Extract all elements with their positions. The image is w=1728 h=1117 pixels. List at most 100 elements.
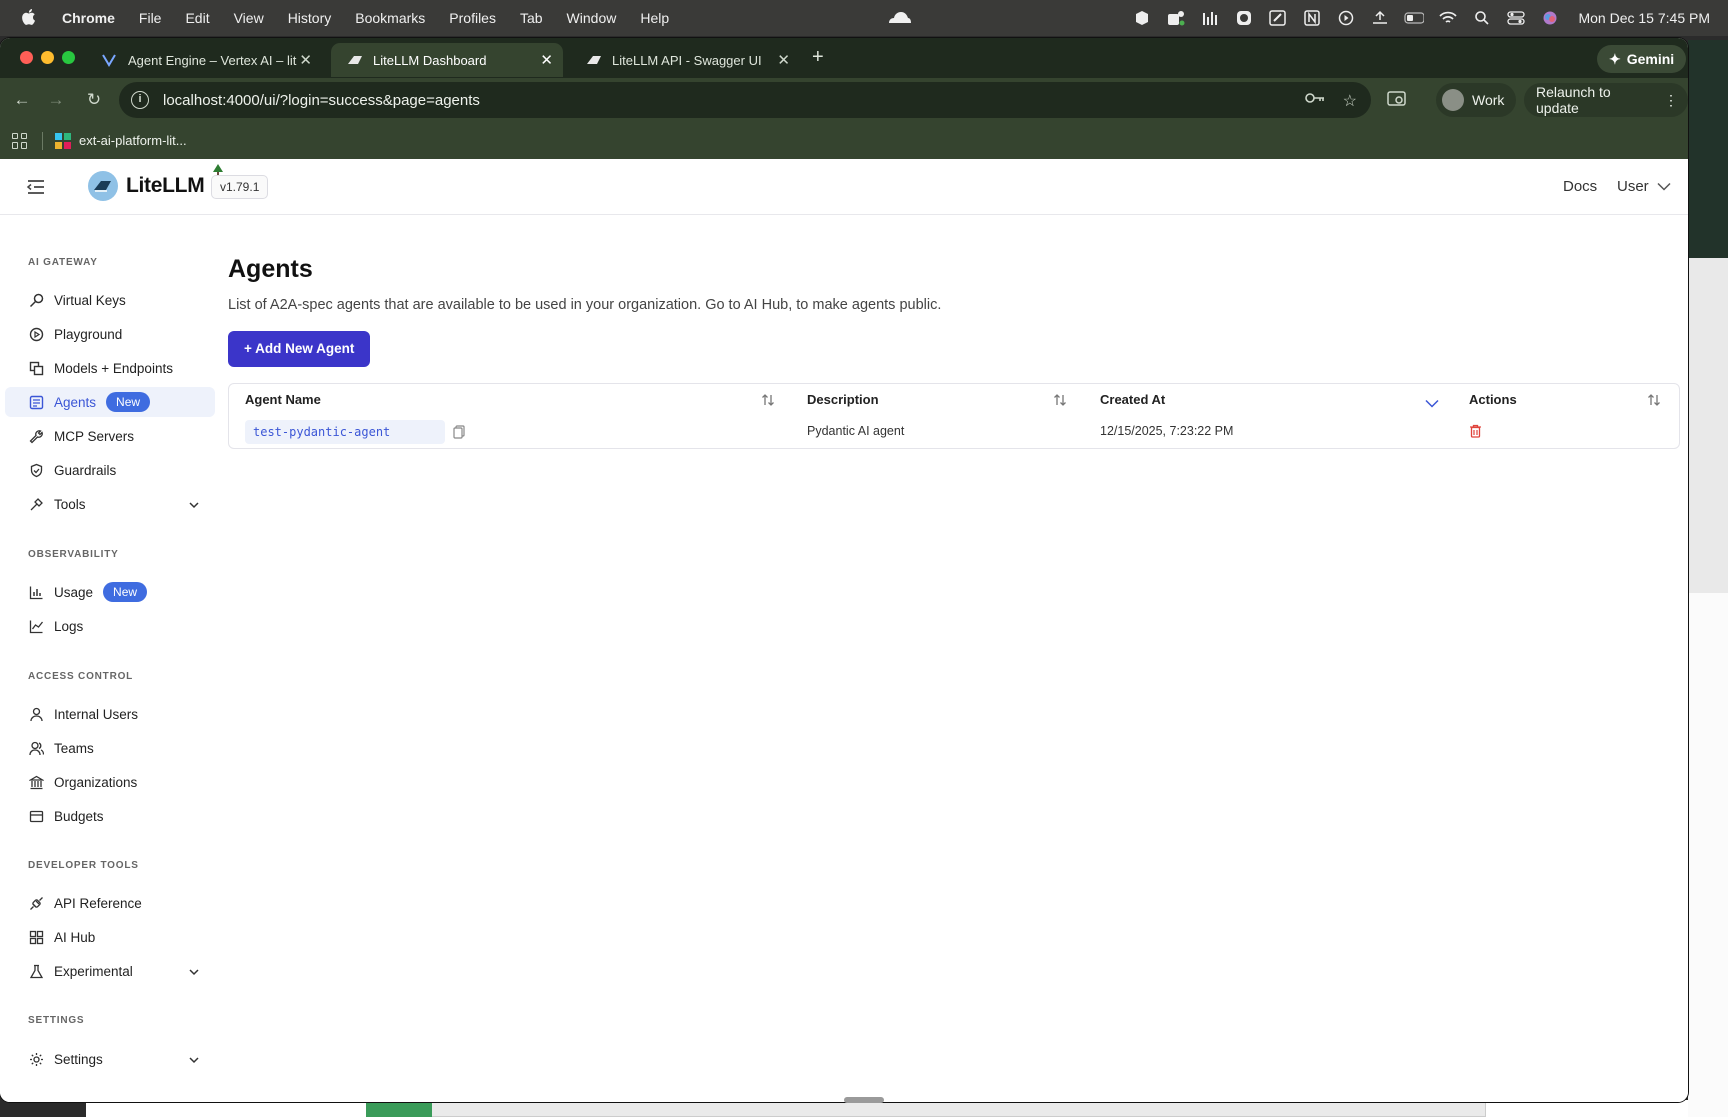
- column-header-actions[interactable]: Actions: [1469, 384, 1517, 416]
- menu-clock[interactable]: Mon Dec 15 7:45 PM: [1578, 10, 1710, 26]
- teams-icon[interactable]: [1166, 9, 1186, 27]
- stats-icon[interactable]: [1200, 9, 1220, 27]
- siri-icon[interactable]: [1540, 9, 1560, 27]
- back-icon[interactable]: ←: [12, 90, 32, 110]
- aperture-icon[interactable]: [1234, 9, 1254, 27]
- menu-app-name[interactable]: Chrome: [62, 10, 115, 26]
- new-badge: New: [103, 582, 148, 602]
- menu-edit[interactable]: Edit: [185, 10, 209, 26]
- user-menu[interactable]: User: [1617, 178, 1671, 195]
- site-info-icon[interactable]: i: [131, 91, 149, 109]
- sidebar-item-tools[interactable]: Tools: [5, 489, 215, 519]
- menu-bookmarks[interactable]: Bookmarks: [355, 10, 425, 26]
- column-header-created-at[interactable]: Created At: [1100, 384, 1165, 416]
- sort-descending-icon[interactable]: [1425, 395, 1439, 413]
- chevron-down-icon[interactable]: [189, 1052, 199, 1067]
- reload-icon[interactable]: ↻: [84, 90, 104, 110]
- sidebar-section-ai-gateway: AI GATEWAY: [28, 257, 98, 268]
- sort-icon[interactable]: [1647, 393, 1661, 412]
- menu-window[interactable]: Window: [567, 10, 617, 26]
- agent-name-cell[interactable]: test-pydantic-agent: [245, 420, 445, 444]
- close-tab-icon[interactable]: ✕: [540, 51, 553, 69]
- close-tab-icon[interactable]: ✕: [299, 51, 312, 69]
- sidebar-item-playground[interactable]: Playground: [5, 319, 215, 349]
- forward-icon[interactable]: →: [46, 90, 66, 110]
- sidebar-item-agents[interactable]: Agents New: [5, 387, 215, 417]
- minimize-window-icon[interactable]: [41, 51, 54, 64]
- sidebar-item-ai-hub[interactable]: AI Hub: [5, 922, 215, 952]
- relaunch-button[interactable]: Relaunch to update ⋮: [1524, 83, 1688, 117]
- menu-tab[interactable]: Tab: [520, 10, 543, 26]
- flask-icon: [28, 963, 44, 979]
- sidebar-item-guardrails[interactable]: Guardrails: [5, 455, 215, 485]
- close-tab-icon[interactable]: ✕: [777, 51, 790, 69]
- tab-search-icon[interactable]: [1387, 90, 1407, 113]
- apple-icon[interactable]: [20, 8, 42, 29]
- notion-icon[interactable]: [1302, 9, 1322, 27]
- tab-litellm-dashboard[interactable]: LiteLLM Dashboard ✕: [331, 43, 563, 77]
- bookmark-ext-ai-platform[interactable]: ext-ai-platform-lit...: [55, 132, 187, 149]
- key-icon: [28, 292, 44, 308]
- gemini-button[interactable]: ✦ Gemini: [1597, 45, 1687, 73]
- box-icon[interactable]: [1132, 9, 1152, 27]
- control-center-icon[interactable]: [1506, 9, 1526, 27]
- sidebar-item-logs[interactable]: Logs: [5, 611, 215, 641]
- tab-agent-engine[interactable]: Agent Engine – Vertex AI – lit ✕: [86, 43, 322, 77]
- litellm-logo[interactable]: LiteLLM: [88, 171, 205, 201]
- sidebar-item-teams[interactable]: Teams: [5, 733, 215, 763]
- copy-icon[interactable]: [453, 425, 465, 444]
- more-vertical-icon[interactable]: ⋮: [1664, 92, 1678, 109]
- add-new-agent-button[interactable]: + Add New Agent: [228, 331, 371, 367]
- sidebar-item-mcp-servers[interactable]: MCP Servers: [5, 421, 215, 451]
- wifi-icon[interactable]: [1438, 9, 1458, 27]
- search-icon[interactable]: [1472, 9, 1492, 27]
- column-header-description[interactable]: Description: [807, 384, 879, 416]
- sort-icon[interactable]: [1053, 393, 1067, 412]
- bookmark-star-icon[interactable]: ☆: [1343, 91, 1357, 111]
- page-title: Agents: [228, 255, 313, 283]
- menu-profiles[interactable]: Profiles: [449, 10, 496, 26]
- menu-file[interactable]: File: [139, 10, 162, 26]
- cloudflare-icon[interactable]: [886, 8, 912, 26]
- sidebar-item-settings[interactable]: Settings: [5, 1044, 215, 1074]
- sidebar-item-budgets[interactable]: Budgets: [5, 801, 215, 831]
- logo-text: LiteLLM: [126, 174, 205, 197]
- sidebar-item-organizations[interactable]: Organizations: [5, 767, 215, 797]
- address-bar[interactable]: i localhost:4000/ui/?login=success&page=…: [119, 82, 1371, 118]
- apps-grid-icon[interactable]: [12, 132, 28, 149]
- zoom-window-icon[interactable]: [62, 51, 75, 64]
- new-tab-icon[interactable]: +: [812, 46, 824, 69]
- sidebar-item-models-endpoints[interactable]: Models + Endpoints: [5, 353, 215, 383]
- window-resize-handle[interactable]: [844, 1097, 884, 1103]
- upload-icon[interactable]: [1370, 9, 1390, 27]
- user-icon: [28, 706, 44, 722]
- delete-trash-icon[interactable]: [1469, 424, 1482, 443]
- sort-icon[interactable]: [761, 393, 775, 412]
- models-icon: [28, 360, 44, 376]
- sidebar-item-usage[interactable]: Usage New: [5, 577, 215, 607]
- close-window-icon[interactable]: [20, 51, 33, 64]
- sidebar-item-api-reference[interactable]: API Reference: [5, 888, 215, 918]
- menu-toggle-icon[interactable]: [26, 178, 46, 196]
- edit-app-icon[interactable]: [1268, 9, 1288, 27]
- sidebar-item-virtual-keys[interactable]: Virtual Keys: [5, 285, 215, 315]
- password-key-icon[interactable]: [1304, 91, 1325, 111]
- sidebar-item-internal-users[interactable]: Internal Users: [5, 699, 215, 729]
- menu-help[interactable]: Help: [640, 10, 669, 26]
- sidebar-item-label: Teams: [54, 740, 94, 756]
- sidebar-item-label: AI Hub: [54, 929, 96, 945]
- play-circle-icon[interactable]: [1336, 9, 1356, 27]
- sidebar: AI GATEWAY Virtual Keys Playground Model…: [0, 215, 220, 1102]
- chevron-down-icon[interactable]: [189, 964, 199, 979]
- profile-button[interactable]: Work: [1436, 83, 1517, 117]
- sidebar-item-experimental[interactable]: Experimental: [5, 956, 215, 986]
- menu-view[interactable]: View: [234, 10, 264, 26]
- docs-link[interactable]: Docs: [1563, 178, 1597, 195]
- shield-icon: [28, 462, 44, 478]
- tab-swagger[interactable]: LiteLLM API - Swagger UI ✕: [570, 43, 800, 77]
- menu-history[interactable]: History: [288, 10, 332, 26]
- column-header-agent-name[interactable]: Agent Name: [245, 384, 321, 416]
- url-text[interactable]: localhost:4000/ui/?login=success&page=ag…: [163, 92, 480, 109]
- chevron-down-icon[interactable]: [189, 497, 199, 512]
- battery-icon[interactable]: [1404, 9, 1425, 27]
